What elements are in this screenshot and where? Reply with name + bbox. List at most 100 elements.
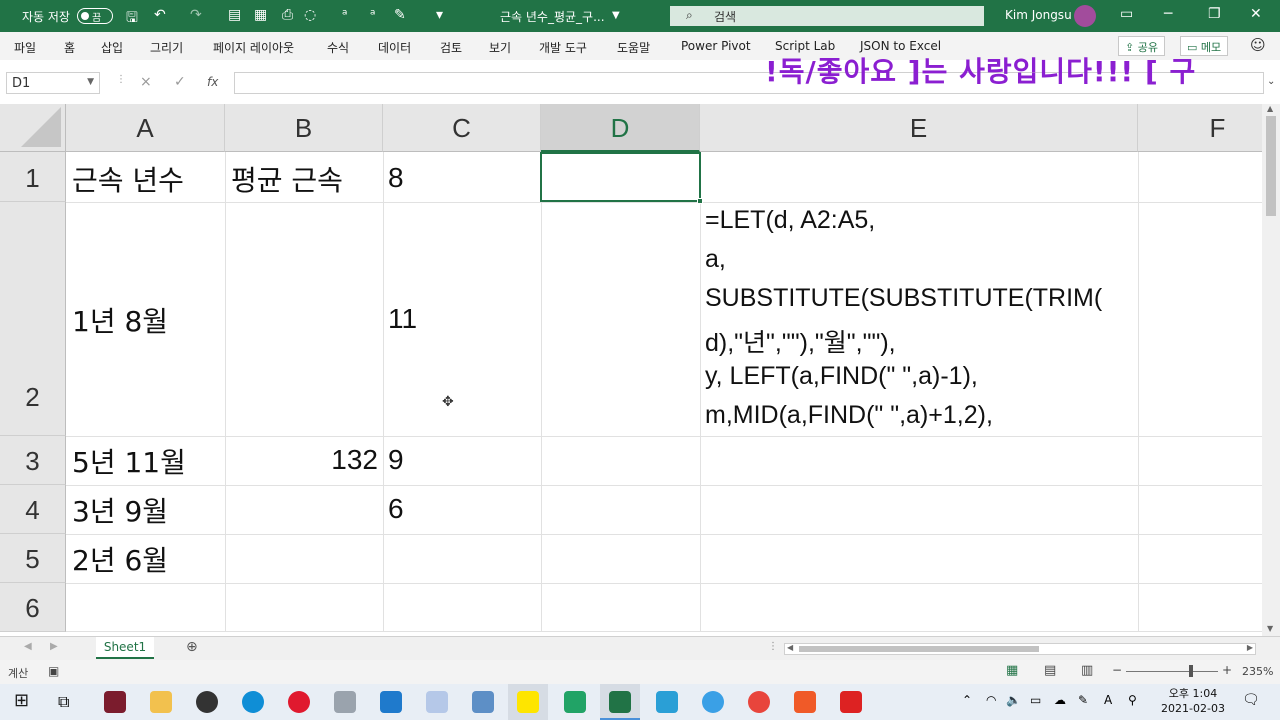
task-view-icon[interactable]: ⧉	[58, 692, 69, 712]
enter-icon[interactable]: ✓	[174, 74, 186, 90]
remote-desktop-icon[interactable]	[472, 691, 494, 713]
row-header-3[interactable]: 3	[0, 436, 66, 485]
formula-expand-icon[interactable]: ⌄	[1267, 76, 1275, 87]
vscode-icon[interactable]	[380, 691, 402, 713]
notification-icon[interactable]: 🗨	[1242, 692, 1260, 708]
cell-c1[interactable]: 8	[388, 162, 404, 194]
app-icon-1[interactable]	[104, 691, 126, 713]
cell-e2-line-1[interactable]: =LET(d, A2:A5,	[705, 206, 875, 235]
tab-page-layout[interactable]: 페이지 레이아웃	[213, 39, 294, 56]
cell-a5[interactable]: 2년 6월	[72, 539, 168, 579]
row-header-2[interactable]: 2	[0, 202, 66, 436]
horizontal-scrollbar[interactable]: ◀ ▶	[784, 643, 1256, 655]
active-cell-d1[interactable]	[540, 152, 703, 204]
row-header-4[interactable]: 4	[0, 485, 66, 534]
wifi-icon[interactable]: ◠	[986, 693, 996, 707]
highlight-icon[interactable]: ✎	[394, 7, 406, 23]
column-header-e[interactable]: E	[700, 104, 1138, 152]
insert-function-icon[interactable]: fx	[207, 75, 218, 89]
file-explorer-icon[interactable]	[150, 691, 172, 713]
cell-c2[interactable]: 11	[388, 303, 417, 335]
ribbon-display-icon[interactable]: ▭	[1120, 6, 1133, 22]
next-sheet-icon[interactable]: ▶	[50, 641, 58, 652]
prev-sheet-icon[interactable]: ◀	[24, 641, 32, 652]
restore-icon[interactable]: ❐	[1208, 6, 1221, 22]
save-icon[interactable]: 🖫	[126, 7, 138, 31]
cell-b1[interactable]: 평균 근속	[231, 159, 343, 199]
kakaotalk-icon[interactable]	[517, 691, 539, 713]
sheet-tab-sheet1[interactable]: Sheet1	[96, 637, 154, 659]
tab-draw[interactable]: 그리기	[150, 39, 183, 56]
normal-view-icon[interactable]: ▦	[1006, 663, 1018, 678]
name-box[interactable]: D1 ▼	[6, 72, 100, 94]
zoom-in-icon[interactable]: +	[1222, 663, 1232, 677]
name-box-dropdown-icon[interactable]: ▼	[87, 77, 94, 87]
vertical-scrollbar[interactable]: ▲ ▼	[1262, 104, 1280, 636]
user-name[interactable]: Kim Jongsu	[1005, 8, 1072, 22]
row-header-6[interactable]: 6	[0, 583, 66, 632]
cell-a4[interactable]: 3년 9월	[72, 490, 168, 530]
cell-b3[interactable]: 132	[225, 444, 378, 476]
scroll-split-icon[interactable]: ⋮	[768, 641, 778, 652]
opera-icon[interactable]	[288, 691, 310, 713]
brave-icon[interactable]	[794, 691, 816, 713]
cell-e2-line-6[interactable]: m,MID(a,FIND(" ",a)+1,2),	[705, 401, 993, 430]
customize-qat-icon[interactable]: ▾	[436, 7, 443, 23]
column-header-c[interactable]: C	[383, 104, 541, 152]
tab-insert[interactable]: 삽입	[101, 39, 123, 56]
ie-icon[interactable]	[702, 691, 724, 713]
cell-c3[interactable]: 9	[388, 444, 404, 476]
column-header-b[interactable]: B	[225, 104, 383, 152]
tab-developer[interactable]: 개발 도구	[539, 39, 587, 56]
fill-handle[interactable]	[697, 198, 703, 204]
worksheet-grid[interactable]: A B C D E F 1 2 3 4 5 6 근속 년수 평균 근속 8 1년…	[0, 104, 1262, 632]
column-header-a[interactable]: A	[66, 104, 225, 152]
battery-icon[interactable]: ▭	[1030, 693, 1041, 707]
horizontal-scroll-thumb[interactable]	[799, 646, 1039, 652]
tab-file[interactable]: 파일	[14, 39, 36, 56]
app-icon-2[interactable]	[840, 691, 862, 713]
cell-e2-line-5[interactable]: y, LEFT(a,FIND(" ",a)-1),	[705, 362, 978, 391]
undo-icon[interactable]: ↶	[154, 7, 166, 23]
cell-a3[interactable]: 5년 11월	[72, 441, 186, 481]
tab-review[interactable]: 검토	[440, 39, 462, 56]
tab-data[interactable]: 데이터	[378, 39, 411, 56]
font-grow-icon[interactable]: ᵃ	[342, 7, 347, 23]
avatar[interactable]	[1074, 5, 1096, 27]
tab-view[interactable]: 보기	[489, 39, 511, 56]
scroll-left-icon[interactable]: ◀	[787, 643, 793, 652]
column-header-f[interactable]: F	[1138, 104, 1262, 152]
page-layout-view-icon[interactable]: ▤	[1044, 663, 1056, 678]
pen-icon[interactable]: ✎	[1078, 693, 1088, 707]
github-icon[interactable]	[196, 691, 218, 713]
taskbar-clock[interactable]: 오후 1:04 2021-02-03	[1158, 686, 1228, 716]
excel-icon[interactable]	[609, 691, 631, 713]
zoom-level[interactable]: 235%	[1242, 665, 1273, 678]
document-title[interactable]: 근속 년수_평균_구...	[500, 8, 605, 25]
cell-a1[interactable]: 근속 년수	[72, 159, 184, 199]
redo-icon[interactable]: ↷	[190, 7, 202, 23]
column-header-d[interactable]: D	[541, 104, 700, 152]
smile-icon[interactable]: ☺	[1250, 36, 1266, 54]
macro-record-icon[interactable]: ▣	[48, 664, 59, 678]
tray-expand-icon[interactable]: ⌃	[962, 693, 972, 707]
cell-e2-line-2[interactable]: a,	[705, 245, 726, 274]
zoom-slider-track[interactable]	[1126, 671, 1218, 672]
sheets-app-icon[interactable]	[564, 691, 586, 713]
print-icon[interactable]: ⎙	[282, 7, 293, 23]
page-break-view-icon[interactable]: ▥	[1081, 663, 1093, 678]
cancel-icon[interactable]: ×	[140, 74, 152, 90]
tab-formulas[interactable]: 수식	[327, 39, 349, 56]
cell-e2-line-4[interactable]: d),"년",""),"월",""),	[705, 323, 896, 359]
cell-e2-line-3[interactable]: SUBSTITUTE(SUBSTITUTE(TRIM(	[705, 284, 1102, 313]
snip-icon[interactable]	[426, 691, 448, 713]
font-shrink-icon[interactable]: ᵃ	[370, 7, 375, 23]
cell-a2[interactable]: 1년 8월	[72, 300, 168, 340]
volume-icon[interactable]: 🔈	[1006, 693, 1021, 707]
autosave-toggle[interactable]: 끔	[77, 8, 113, 24]
form-icon[interactable]: ▤	[228, 7, 241, 23]
settings-icon[interactable]	[334, 691, 356, 713]
title-dropdown-icon[interactable]: ▼	[612, 10, 620, 21]
select-all-corner[interactable]	[0, 104, 66, 152]
scroll-up-icon[interactable]: ▲	[1267, 104, 1273, 113]
